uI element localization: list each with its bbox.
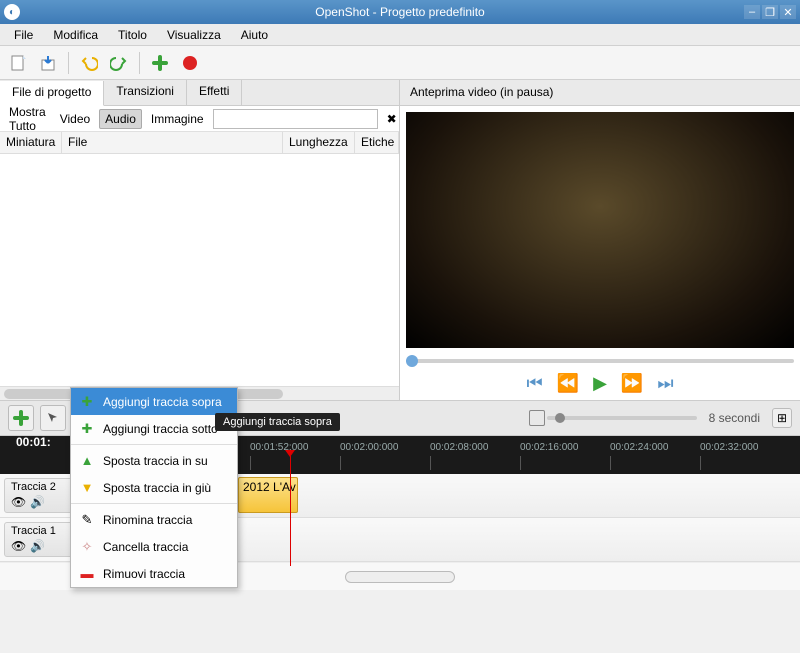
- minus-icon: ▬: [79, 566, 95, 582]
- menu-add-track-below[interactable]: ✚ Aggiungi traccia sotto: [71, 415, 237, 442]
- ruler-tick: 00:02:08:000: [430, 442, 488, 453]
- skip-start-icon[interactable]: ⏮: [526, 373, 542, 394]
- preview-title: Anteprima video (in pausa): [400, 80, 800, 106]
- col-lunghezza[interactable]: Lunghezza: [283, 132, 355, 153]
- toolbar-separator: [139, 52, 140, 74]
- menu-item-label: Cancella traccia: [103, 540, 188, 554]
- column-headers: Miniatura File Lunghezza Etiche: [0, 132, 399, 154]
- new-file-icon[interactable]: [6, 51, 30, 75]
- main-toolbar: [0, 46, 800, 80]
- arrow-up-icon: ▲: [79, 453, 95, 469]
- project-files-panel: File di progetto Transizioni Effetti Mos…: [0, 80, 400, 400]
- project-tabs: File di progetto Transizioni Effetti: [0, 80, 399, 106]
- clear-search-icon[interactable]: ✖: [382, 110, 402, 128]
- col-file[interactable]: File: [62, 132, 283, 153]
- zoom-slider[interactable]: [547, 416, 697, 420]
- minimize-button[interactable]: –: [744, 5, 760, 19]
- title-bar: ◐ OpenShot - Progetto predefinito – ❐ ✕: [0, 0, 800, 24]
- menu-separator: [71, 503, 237, 504]
- filter-show-all[interactable]: Mostra Tutto: [4, 103, 51, 135]
- menu-item-label: Sposta traccia in su: [103, 454, 208, 468]
- record-icon[interactable]: [178, 51, 202, 75]
- ruler-tick: 00:01:52:000: [250, 442, 308, 453]
- skip-end-icon[interactable]: ⏭: [657, 373, 673, 394]
- timeline-scrollbar[interactable]: [345, 571, 455, 583]
- menu-item-label: Rimuovi traccia: [103, 567, 185, 581]
- filter-row: Mostra Tutto Video Audio Immagine ✖: [0, 106, 399, 132]
- menu-titolo[interactable]: Titolo: [108, 26, 157, 44]
- menu-rename-track[interactable]: ✎ Rinomina traccia: [71, 506, 237, 533]
- broom-icon: ✧: [79, 539, 95, 555]
- app-logo-icon: ◐: [4, 4, 20, 20]
- playhead-indicator[interactable]: [290, 456, 291, 566]
- menu-remove-track[interactable]: ▬ Rimuovi traccia: [71, 560, 237, 587]
- playhead-time: 00:01:: [16, 435, 51, 449]
- visibility-icon[interactable]: 👁: [11, 539, 26, 553]
- play-icon[interactable]: ▶: [593, 373, 607, 394]
- maximize-button[interactable]: ❐: [762, 5, 778, 19]
- ruler-tick: 00:02:00:000: [340, 442, 398, 453]
- tab-effects[interactable]: Effetti: [187, 80, 242, 105]
- menu-item-label: Rinomina traccia: [103, 513, 192, 527]
- preview-frame: [406, 112, 794, 348]
- mute-icon[interactable]: 🔊: [30, 495, 45, 509]
- arrow-down-icon: ▼: [79, 480, 95, 496]
- add-icon[interactable]: [148, 51, 172, 75]
- mute-icon[interactable]: 🔊: [30, 539, 45, 553]
- zoom-fit-button[interactable]: ⊞: [772, 408, 792, 428]
- col-etichette[interactable]: Etiche: [355, 132, 399, 153]
- menu-item-label: Sposta traccia in giù: [103, 481, 211, 495]
- menu-visualizza[interactable]: Visualizza: [157, 26, 231, 44]
- filter-video[interactable]: Video: [55, 110, 95, 128]
- close-button[interactable]: ✕: [780, 5, 796, 19]
- menu-file[interactable]: File: [4, 26, 43, 44]
- selection-tool-button[interactable]: [40, 405, 66, 431]
- plus-icon: ✚: [79, 421, 95, 437]
- preview-seek-slider[interactable]: [406, 354, 794, 368]
- menu-modifica[interactable]: Modifica: [43, 26, 108, 44]
- pencil-icon: ✎: [79, 512, 95, 528]
- preview-video-area[interactable]: [406, 112, 794, 348]
- video-clip[interactable]: 2012 L'Av…: [238, 477, 298, 513]
- track-context-menu: ✚ Aggiungi traccia sopra ✚ Aggiungi trac…: [70, 387, 238, 588]
- preview-panel: Anteprima video (in pausa) ⏮ ⏪ ▶ ⏩ ⏭: [400, 80, 800, 400]
- menu-bar: File Modifica Titolo Visualizza Aiuto: [0, 24, 800, 46]
- file-list-area[interactable]: [0, 154, 399, 386]
- plus-icon: ✚: [79, 394, 95, 410]
- ruler-tick: 00:02:16:000: [520, 442, 578, 453]
- menu-move-track-up[interactable]: ▲ Sposta traccia in su: [71, 447, 237, 474]
- menu-item-label: Aggiungi traccia sopra: [103, 395, 222, 409]
- undo-icon[interactable]: [77, 51, 101, 75]
- tooltip: Aggiungi traccia sopra: [215, 413, 340, 431]
- menu-separator: [71, 444, 237, 445]
- visibility-icon[interactable]: 👁: [11, 495, 26, 509]
- ruler-tick: 00:02:32:000: [700, 442, 758, 453]
- playback-controls: ⏮ ⏪ ▶ ⏩ ⏭: [400, 368, 800, 398]
- forward-icon[interactable]: ⏩: [621, 373, 643, 394]
- col-miniatura[interactable]: Miniatura: [0, 132, 62, 153]
- tab-transitions[interactable]: Transizioni: [104, 80, 187, 105]
- ruler-tick: 00:02:24:000: [610, 442, 668, 453]
- menu-clear-track[interactable]: ✧ Cancella traccia: [71, 533, 237, 560]
- add-track-button[interactable]: [8, 405, 34, 431]
- menu-add-track-above[interactable]: ✚ Aggiungi traccia sopra: [71, 388, 237, 415]
- filter-audio[interactable]: Audio: [99, 109, 142, 129]
- zoom-label: 8 secondi: [709, 411, 760, 425]
- filter-search-input[interactable]: [213, 109, 378, 129]
- filter-image[interactable]: Immagine: [146, 110, 209, 128]
- menu-move-track-down[interactable]: ▼ Sposta traccia in giù: [71, 474, 237, 501]
- redo-icon[interactable]: [107, 51, 131, 75]
- main-area: File di progetto Transizioni Effetti Mos…: [0, 80, 800, 400]
- rewind-icon[interactable]: ⏪: [557, 373, 579, 394]
- import-icon[interactable]: [36, 51, 60, 75]
- menu-item-label: Aggiungi traccia sotto: [103, 422, 218, 436]
- tab-project-files[interactable]: File di progetto: [0, 81, 104, 106]
- menu-aiuto[interactable]: Aiuto: [231, 26, 278, 44]
- toolbar-separator: [68, 52, 69, 74]
- window-title: OpenShot - Progetto predefinito: [315, 5, 484, 19]
- window-controls: – ❐ ✕: [744, 5, 796, 19]
